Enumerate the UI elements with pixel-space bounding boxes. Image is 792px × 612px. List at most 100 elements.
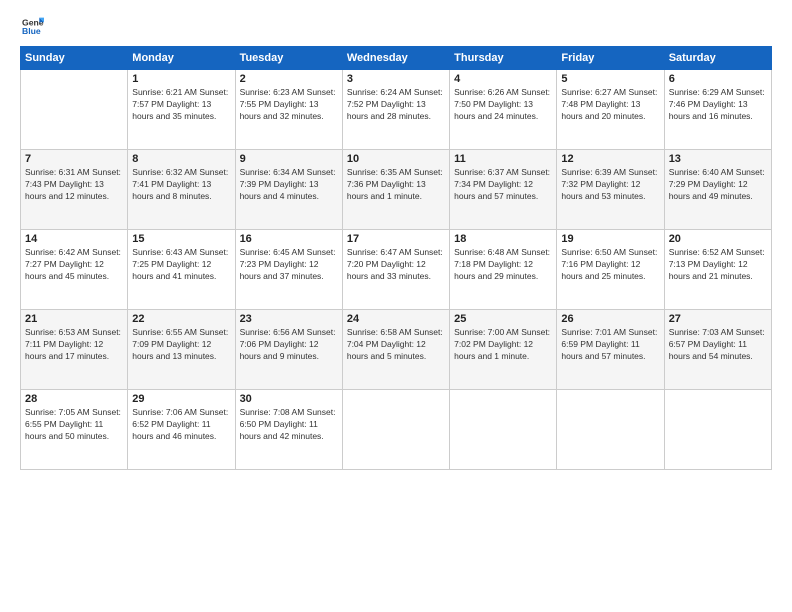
day-number: 9: [240, 153, 338, 165]
day-number: 10: [347, 153, 445, 165]
col-sunday: Sunday: [21, 47, 128, 70]
calendar-cell: [450, 390, 557, 470]
calendar-cell: 18 Sunrise: 6:48 AM Sunset: 7:18 PM Dayli…: [450, 230, 557, 310]
day-detail: Sunrise: 6:39 AM Sunset: 7:32 PM Dayligh…: [561, 167, 659, 203]
calendar-cell: 2 Sunrise: 6:23 AM Sunset: 7:55 PM Daylig…: [235, 70, 342, 150]
calendar-cell: 17 Sunrise: 6:47 AM Sunset: 7:20 PM Dayli…: [342, 230, 449, 310]
calendar-cell: 16Sunrise: 6:45 AM Sunset: 7:23 PM Dayli…: [235, 230, 342, 310]
day-detail: Sunrise: 6:27 AM Sunset: 7:48 PM Dayligh…: [561, 87, 659, 123]
day-detail: Sunrise: 6:48 AM Sunset: 7:18 PM Dayligh…: [454, 247, 552, 283]
calendar-cell: 4 Sunrise: 6:26 AM Sunset: 7:50 PM Daylig…: [450, 70, 557, 150]
day-number: 15: [132, 233, 230, 245]
day-number: 25: [454, 313, 552, 325]
day-detail: Sunrise: 6:23 AM Sunset: 7:55 PM Dayligh…: [240, 87, 338, 123]
calendar-cell: 26 Sunrise: 7:01 AM Sunset: 6:59 PM Dayli…: [557, 310, 664, 390]
day-number: 11: [454, 153, 552, 165]
day-detail: Sunrise: 7:01 AM Sunset: 6:59 PM Dayligh…: [561, 327, 659, 363]
day-number: 6: [669, 73, 767, 85]
calendar-cell: 30Sunrise: 7:08 AM Sunset: 6:50 PM Dayli…: [235, 390, 342, 470]
day-detail: Sunrise: 7:03 AM Sunset: 6:57 PM Dayligh…: [669, 327, 767, 363]
day-detail: Sunrise: 6:21 AM Sunset: 7:57 PM Dayligh…: [132, 87, 230, 123]
calendar-header-row: Sunday Monday Tuesday Wednesday Thursday…: [21, 47, 772, 70]
calendar-cell: 24 Sunrise: 6:58 AM Sunset: 7:04 PM Dayli…: [342, 310, 449, 390]
calendar-cell: 21 Sunrise: 6:53 AM Sunset: 7:11 PM Dayli…: [21, 310, 128, 390]
day-number: 5: [561, 73, 659, 85]
calendar-cell: 10 Sunrise: 6:35 AM Sunset: 7:36 PM Dayli…: [342, 150, 449, 230]
day-number: 19: [561, 233, 659, 245]
svg-text:Blue: Blue: [22, 26, 41, 36]
day-detail: Sunrise: 6:45 AM Sunset: 7:23 PM Dayligh…: [240, 247, 338, 283]
day-detail: Sunrise: 6:47 AM Sunset: 7:20 PM Dayligh…: [347, 247, 445, 283]
calendar-cell: 29 Sunrise: 7:06 AM Sunset: 6:52 PM Dayli…: [128, 390, 235, 470]
day-detail: Sunrise: 7:05 AM Sunset: 6:55 PM Dayligh…: [25, 407, 123, 443]
calendar-cell: 6Sunrise: 6:29 AM Sunset: 7:46 PM Daylig…: [664, 70, 771, 150]
calendar-cell: [342, 390, 449, 470]
day-detail: Sunrise: 7:08 AM Sunset: 6:50 PM Dayligh…: [240, 407, 338, 443]
day-number: 21: [25, 313, 123, 325]
calendar-cell: 13 Sunrise: 6:40 AM Sunset: 7:29 PM Dayli…: [664, 150, 771, 230]
calendar-week-3: 14 Sunrise: 6:42 AM Sunset: 7:27 PM Dayli…: [21, 230, 772, 310]
day-number: 2: [240, 73, 338, 85]
day-number: 13: [669, 153, 767, 165]
calendar-cell: [557, 390, 664, 470]
day-number: 23: [240, 313, 338, 325]
day-number: 24: [347, 313, 445, 325]
col-monday: Monday: [128, 47, 235, 70]
calendar-cell: 14 Sunrise: 6:42 AM Sunset: 7:27 PM Dayli…: [21, 230, 128, 310]
day-number: 7: [25, 153, 123, 165]
calendar-cell: 8 Sunrise: 6:32 AM Sunset: 7:41 PM Daylig…: [128, 150, 235, 230]
calendar-cell: 22Sunrise: 6:55 AM Sunset: 7:09 PM Dayli…: [128, 310, 235, 390]
day-detail: Sunrise: 6:56 AM Sunset: 7:06 PM Dayligh…: [240, 327, 338, 363]
day-number: 22: [132, 313, 230, 325]
calendar-cell: 28 Sunrise: 7:05 AM Sunset: 6:55 PM Dayli…: [21, 390, 128, 470]
calendar-cell: 12 Sunrise: 6:39 AM Sunset: 7:32 PM Dayli…: [557, 150, 664, 230]
day-number: 28: [25, 393, 123, 405]
calendar-cell: 5 Sunrise: 6:27 AM Sunset: 7:48 PM Daylig…: [557, 70, 664, 150]
day-detail: Sunrise: 6:42 AM Sunset: 7:27 PM Dayligh…: [25, 247, 123, 283]
calendar-cell: 23 Sunrise: 6:56 AM Sunset: 7:06 PM Dayli…: [235, 310, 342, 390]
day-number: 17: [347, 233, 445, 245]
day-detail: Sunrise: 6:37 AM Sunset: 7:34 PM Dayligh…: [454, 167, 552, 203]
day-detail: Sunrise: 6:43 AM Sunset: 7:25 PM Dayligh…: [132, 247, 230, 283]
day-number: 4: [454, 73, 552, 85]
calendar-cell: 20Sunrise: 6:52 AM Sunset: 7:13 PM Dayli…: [664, 230, 771, 310]
calendar-week-1: 1 Sunrise: 6:21 AM Sunset: 7:57 PM Daylig…: [21, 70, 772, 150]
day-number: 29: [132, 393, 230, 405]
day-number: 20: [669, 233, 767, 245]
day-detail: Sunrise: 7:06 AM Sunset: 6:52 PM Dayligh…: [132, 407, 230, 443]
day-detail: Sunrise: 6:40 AM Sunset: 7:29 PM Dayligh…: [669, 167, 767, 203]
day-number: 1: [132, 73, 230, 85]
day-detail: Sunrise: 6:35 AM Sunset: 7:36 PM Dayligh…: [347, 167, 445, 203]
day-detail: Sunrise: 6:32 AM Sunset: 7:41 PM Dayligh…: [132, 167, 230, 203]
day-number: 12: [561, 153, 659, 165]
calendar-cell: 11 Sunrise: 6:37 AM Sunset: 7:34 PM Dayli…: [450, 150, 557, 230]
day-detail: Sunrise: 6:26 AM Sunset: 7:50 PM Dayligh…: [454, 87, 552, 123]
calendar-cell: [21, 70, 128, 150]
day-number: 18: [454, 233, 552, 245]
page-header: General Blue: [20, 16, 772, 38]
calendar-cell: 19 Sunrise: 6:50 AM Sunset: 7:16 PM Dayli…: [557, 230, 664, 310]
day-detail: Sunrise: 6:31 AM Sunset: 7:43 PM Dayligh…: [25, 167, 123, 203]
day-detail: Sunrise: 6:53 AM Sunset: 7:11 PM Dayligh…: [25, 327, 123, 363]
day-number: 27: [669, 313, 767, 325]
day-detail: Sunrise: 7:00 AM Sunset: 7:02 PM Dayligh…: [454, 327, 552, 363]
calendar-cell: 27 Sunrise: 7:03 AM Sunset: 6:57 PM Dayli…: [664, 310, 771, 390]
day-number: 14: [25, 233, 123, 245]
calendar-cell: [664, 390, 771, 470]
calendar-week-2: 7 Sunrise: 6:31 AM Sunset: 7:43 PM Daylig…: [21, 150, 772, 230]
day-number: 8: [132, 153, 230, 165]
day-detail: Sunrise: 6:58 AM Sunset: 7:04 PM Dayligh…: [347, 327, 445, 363]
calendar-cell: 3 Sunrise: 6:24 AM Sunset: 7:52 PM Daylig…: [342, 70, 449, 150]
logo: General Blue: [20, 16, 46, 38]
day-number: 26: [561, 313, 659, 325]
day-detail: Sunrise: 6:50 AM Sunset: 7:16 PM Dayligh…: [561, 247, 659, 283]
logo-icon: General Blue: [22, 16, 44, 38]
col-wednesday: Wednesday: [342, 47, 449, 70]
day-number: 3: [347, 73, 445, 85]
calendar-week-4: 21 Sunrise: 6:53 AM Sunset: 7:11 PM Dayli…: [21, 310, 772, 390]
col-saturday: Saturday: [664, 47, 771, 70]
calendar-week-5: 28 Sunrise: 7:05 AM Sunset: 6:55 PM Dayli…: [21, 390, 772, 470]
day-detail: Sunrise: 6:24 AM Sunset: 7:52 PM Dayligh…: [347, 87, 445, 123]
col-tuesday: Tuesday: [235, 47, 342, 70]
calendar-table: Sunday Monday Tuesday Wednesday Thursday…: [20, 46, 772, 470]
